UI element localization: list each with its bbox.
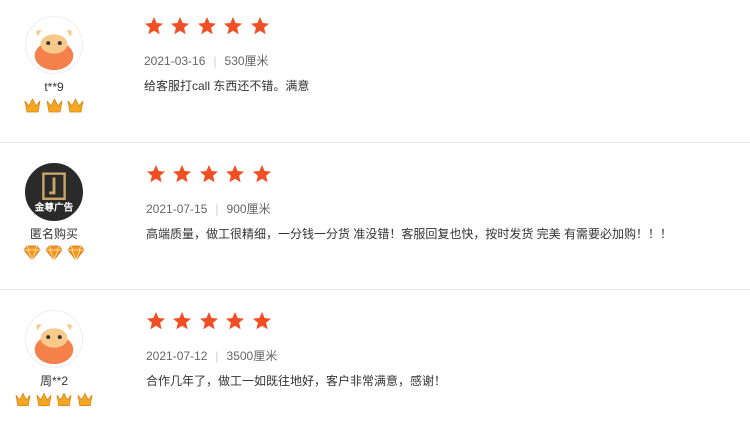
review-meta: 2021-07-12 | 3500厘米 bbox=[146, 349, 740, 363]
crown-icon bbox=[67, 98, 84, 113]
star-icon bbox=[171, 17, 190, 35]
review-item: t**9 2021-03-16 | 530厘米 给客服打call 东西还不错。满意 bbox=[0, 0, 750, 143]
star-icon bbox=[250, 17, 269, 35]
meta-separator: | bbox=[213, 54, 217, 68]
review-text: 高端质量，做工很精细，一分钱一分货 准没错！客服回复也快，按时发货 完美 有需要… bbox=[146, 227, 673, 241]
star-icon bbox=[226, 312, 245, 330]
product-spec: 900厘米 bbox=[226, 202, 271, 216]
rating-stars bbox=[146, 311, 740, 335]
user-level-badges bbox=[0, 97, 108, 115]
star-icon bbox=[147, 312, 165, 330]
meta-separator: | bbox=[215, 202, 219, 216]
star-icon bbox=[147, 165, 165, 183]
review-meta: 2021-03-16 | 530厘米 bbox=[144, 54, 740, 68]
avatar-logo-text: 金尊广告 bbox=[34, 201, 74, 213]
review-date: 2021-07-12 bbox=[146, 349, 208, 363]
reviewer-info: 金尊广告 匿名购买 bbox=[0, 163, 108, 262]
crown-icon bbox=[77, 392, 93, 406]
product-spec: 3500厘米 bbox=[226, 349, 278, 363]
diamond-icon bbox=[67, 245, 85, 261]
review-date: 2021-07-15 bbox=[146, 202, 208, 216]
star-icon bbox=[145, 17, 163, 35]
diamond-icon bbox=[23, 245, 41, 261]
star-icon bbox=[224, 17, 243, 35]
review-item: 周**2 2021-07-12 | 3500厘米 合作几年了，做工一如既往地好，客户… bbox=[0, 290, 750, 435]
review-text: 合作几年了，做工一如既往地好，客户非常满意，感谢！ bbox=[146, 374, 447, 388]
crown-icon bbox=[15, 392, 31, 406]
star-icon bbox=[252, 312, 271, 330]
product-spec: 530厘米 bbox=[224, 54, 269, 68]
shop-logo-avatar: 金尊广告 bbox=[25, 163, 83, 221]
user-level-badges bbox=[0, 391, 108, 409]
rating-stars bbox=[146, 164, 740, 188]
diamond-icon bbox=[45, 245, 63, 261]
star-icon bbox=[199, 312, 218, 330]
crown-icon bbox=[46, 98, 62, 113]
review-text: 给客服打call 东西还不错。满意 bbox=[144, 79, 310, 93]
crown-icon bbox=[24, 98, 41, 113]
star-icon bbox=[173, 165, 192, 183]
review-meta: 2021-07-15 | 900厘米 bbox=[146, 202, 740, 216]
star-icon bbox=[197, 17, 216, 35]
cow-avatar-icon bbox=[25, 16, 83, 74]
rating-stars bbox=[144, 16, 740, 40]
crown-icon bbox=[36, 392, 52, 406]
star-icon bbox=[173, 312, 192, 330]
star-icon bbox=[226, 165, 245, 183]
user-level-badges bbox=[0, 244, 108, 262]
crown-icon bbox=[56, 392, 72, 406]
review-date: 2021-03-16 bbox=[144, 54, 206, 68]
review-item: 金尊广告 匿名购买 2021-07-15 | 900厘米 高端质量，做工很精细，一分… bbox=[0, 143, 750, 290]
cow-avatar-icon bbox=[25, 310, 83, 368]
reviewer-name: t**9 bbox=[44, 80, 64, 94]
meta-separator: | bbox=[215, 349, 219, 363]
reviewer-name: 匿名购买 bbox=[29, 227, 78, 241]
star-icon bbox=[252, 165, 271, 183]
reviewer-info: t**9 bbox=[0, 16, 108, 115]
reviewer-name: 周**2 bbox=[39, 374, 68, 388]
star-icon bbox=[199, 165, 218, 183]
reviewer-info: 周**2 bbox=[0, 310, 108, 409]
